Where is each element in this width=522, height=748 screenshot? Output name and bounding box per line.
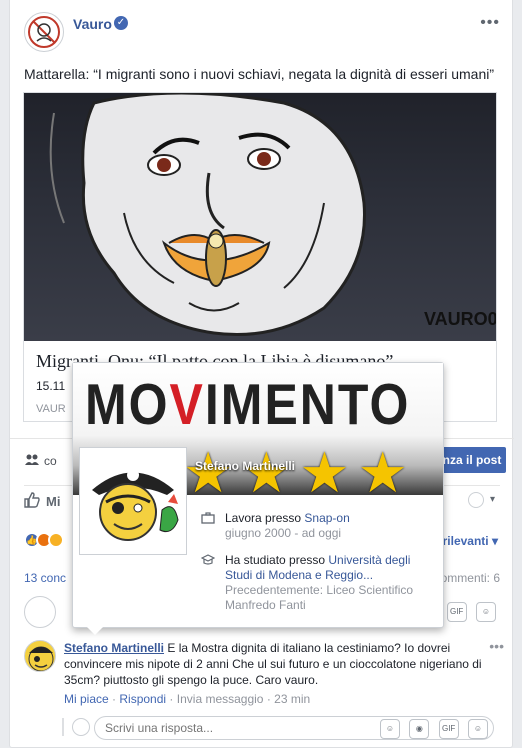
- page-selector-avatar[interactable]: [468, 492, 484, 508]
- gif-button[interactable]: GIF: [446, 602, 467, 622]
- gif-button-reply[interactable]: GIF: [438, 719, 459, 739]
- cartoon-signature: VAURO017: [424, 309, 496, 329]
- cover-banner-text: MOVIMENTO: [85, 372, 411, 437]
- send-message-link[interactable]: Invia messaggio: [177, 692, 264, 706]
- comment-reply-link[interactable]: Rispondi: [119, 692, 166, 706]
- comment-like-link[interactable]: Mi piace: [64, 692, 109, 706]
- comment-options-icon[interactable]: •••: [489, 638, 504, 654]
- graduation-cap-icon: [200, 554, 216, 569]
- post-text: Mattarella: “I migranti sono i nuovi sch…: [24, 66, 495, 82]
- link-domain: VAUR: [36, 403, 66, 415]
- work-period: giugno 2000 - ad oggi: [225, 526, 342, 540]
- profile-hovercard: MOVIMENTO ★★★★ Stefano Martinelli Lavora…: [72, 362, 444, 635]
- link-date: 15.11: [36, 379, 66, 393]
- chevron-down-icon[interactable]: ▾: [490, 494, 495, 505]
- cartoon-illustration: VAURO017: [49, 93, 496, 337]
- emoji-icon[interactable]: ☺: [379, 719, 400, 739]
- post-header: Vauro ✓ •••: [24, 12, 500, 56]
- reply-avatar: [72, 718, 90, 736]
- reply-tools: ☺ ◉ GIF ☺: [374, 719, 488, 739]
- promo-text: co: [44, 454, 57, 468]
- briefcase-icon: [201, 512, 215, 527]
- comment-item: Stefano Martinelli E la Mostra dignita d…: [24, 638, 504, 708]
- work-info: Lavora presso Snap-on giugno 2000 - ad o…: [201, 511, 437, 541]
- commenter-avatar[interactable]: [24, 640, 56, 672]
- education-info: Ha studiato presso Università degli Stud…: [200, 553, 437, 613]
- hovercard-info: Lavora presso Snap-on giugno 2000 - ad o…: [200, 511, 437, 625]
- like-button[interactable]: Mi: [46, 494, 60, 509]
- compose-tools: GIF ☺: [441, 602, 496, 622]
- hovercard-profile-picture[interactable]: [79, 447, 187, 555]
- wow-reaction-icon: [48, 532, 64, 548]
- comment-body: Stefano Martinelli E la Mostra dignita d…: [64, 640, 494, 688]
- previous-school: Precedentemente: Liceo Scientifico Manfr…: [225, 583, 414, 612]
- shares-count-link[interactable]: 13 conc: [24, 571, 66, 585]
- verified-badge-icon: ✓: [114, 16, 128, 30]
- sticker-icon[interactable]: ☺: [476, 602, 496, 622]
- link-preview-image[interactable]: VAURO017: [24, 93, 496, 341]
- work-link[interactable]: Snap-on: [304, 511, 349, 525]
- comment-author-link[interactable]: Stefano Martinelli: [64, 641, 164, 655]
- pirate-smiley-icon: [82, 450, 184, 552]
- reply-row: ☺ ◉ GIF ☺: [62, 714, 498, 740]
- thumbs-up-icon[interactable]: [24, 492, 40, 513]
- comment-timestamp[interactable]: 23 min: [274, 692, 310, 706]
- people-icon: [25, 453, 39, 469]
- reply-thread-line: [62, 718, 64, 736]
- sticker-icon-reply[interactable]: ☺: [468, 719, 488, 739]
- page-avatar[interactable]: [24, 12, 64, 52]
- vauro-logo-icon: [28, 16, 60, 48]
- hovercard-name[interactable]: Stefano Martinelli: [195, 459, 295, 473]
- camera-icon[interactable]: ◉: [409, 719, 430, 739]
- comment-actions: Mi piace · Rispondi · Invia messaggio · …: [64, 692, 311, 706]
- post-card: Vauro ✓ ••• Mattarella: “I migranti sono…: [9, 0, 514, 748]
- composer-avatar: [24, 596, 56, 628]
- page-author-name[interactable]: Vauro: [73, 16, 112, 32]
- post-options-icon[interactable]: •••: [480, 14, 500, 32]
- hovercard-pointer: [87, 627, 103, 635]
- pirate-smiley-icon: [28, 646, 54, 671]
